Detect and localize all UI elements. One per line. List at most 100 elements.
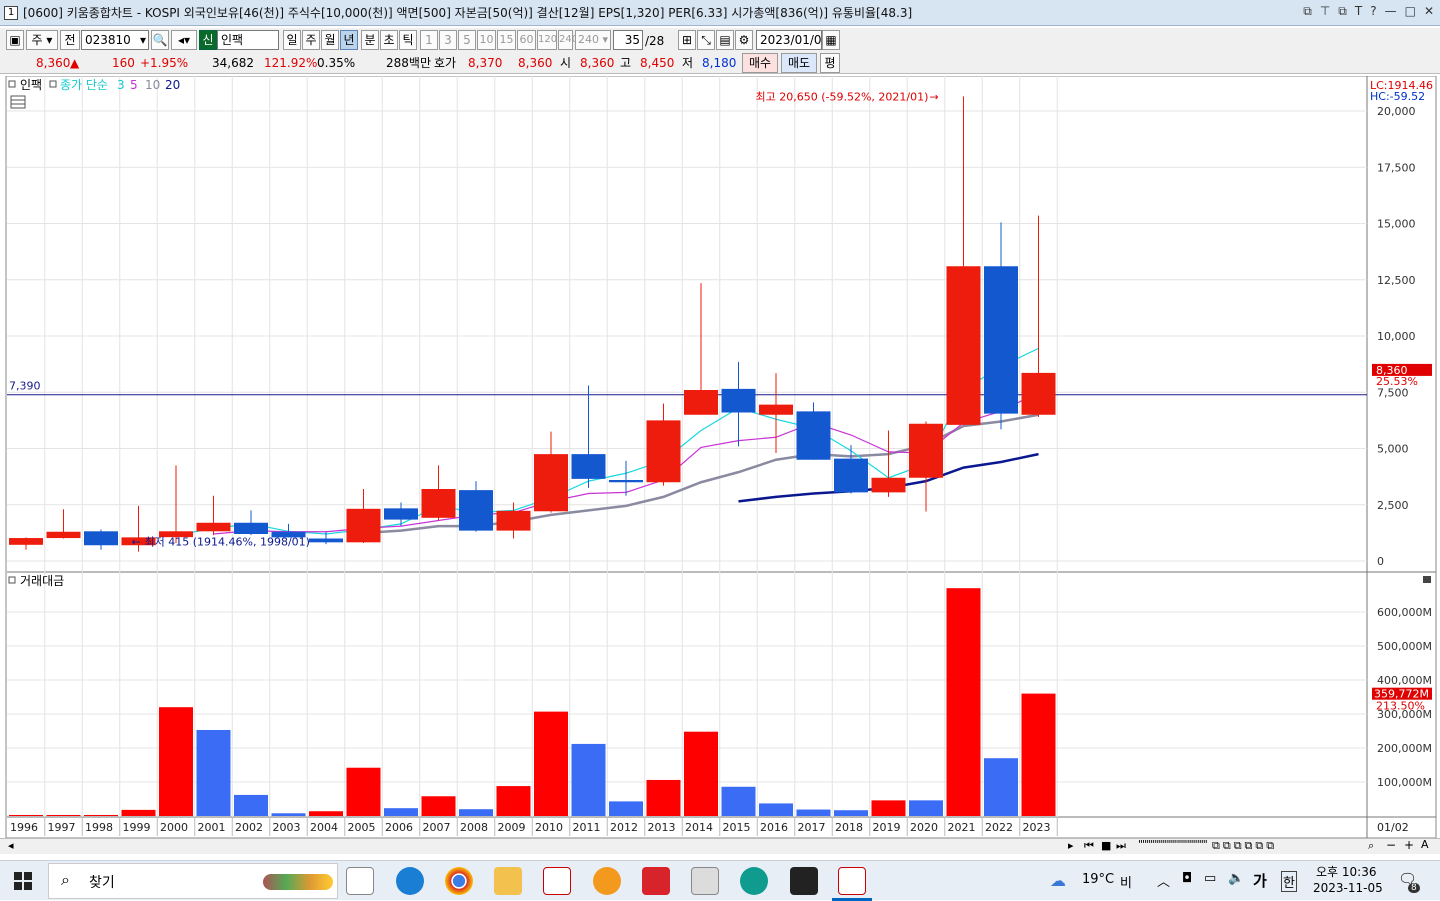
date-input[interactable]: 2023/01/02 [756, 30, 829, 50]
app-s-icon[interactable] [740, 867, 768, 895]
volume-bar [196, 729, 231, 816]
window-number-badge: 1 [4, 5, 18, 20]
average-button[interactable]: 평 [820, 53, 840, 73]
search-icon[interactable]: 🔍 [151, 30, 169, 50]
scope-button[interactable]: 전 [60, 30, 80, 50]
restore-icon[interactable]: ⧉ [1338, 4, 1347, 19]
font-icon[interactable]: T [1355, 4, 1362, 19]
volume-bar [609, 801, 643, 816]
chart-frame [5, 75, 1437, 839]
rewind-icon[interactable]: ⏮ [1084, 839, 1094, 853]
stop-icon[interactable]: ■ [1101, 839, 1111, 852]
zoom-out-icon[interactable]: − [1386, 838, 1396, 852]
period-second[interactable]: 초 [380, 30, 398, 50]
weather-temp: 19°C [1082, 872, 1115, 887]
weather-icon[interactable]: ☁ [1050, 871, 1066, 890]
kiwoom-app-icon[interactable] [543, 867, 571, 895]
market-type-select[interactable]: 주 ▾ [26, 30, 58, 50]
x-tick-label: 1999 [123, 821, 151, 834]
layout-icon[interactable]: ▣ [6, 30, 24, 50]
taskbar-search[interactable]: ⌕ 찾기 [48, 863, 338, 899]
period-week[interactable]: 주 [302, 30, 320, 50]
price-tick-label: 0 [1377, 555, 1384, 568]
sticky-notes-icon[interactable] [790, 867, 818, 895]
pin-icon[interactable]: ⊤ [1320, 4, 1330, 19]
cursor-icon[interactable]: ⤡ [697, 30, 715, 50]
auto-scale-icon[interactable]: A [1421, 838, 1429, 851]
candle-body [534, 454, 568, 512]
camera-icon[interactable]: ◘ [1182, 871, 1192, 886]
tray-chevron-icon[interactable]: ︿ [1157, 871, 1170, 890]
x-tick-label: 2019 [873, 821, 901, 834]
minimize-icon[interactable]: — [1385, 4, 1397, 19]
save-icon[interactable]: ▤ [716, 30, 734, 50]
file-explorer-icon[interactable] [494, 867, 522, 895]
chart-scrollbar[interactable]: ◂ ▸ ⏮ ■ ⏭ ''''''''''''''''''''''''''''''… [0, 838, 1440, 854]
clock-date[interactable]: 2023-11-05 [1313, 881, 1383, 895]
volume-icon[interactable]: 🔈 [1228, 871, 1244, 886]
x-end-label: 01/02 [1377, 821, 1409, 834]
edge-browser-icon[interactable] [396, 867, 424, 895]
sell-button[interactable]: 매도 [781, 53, 817, 73]
interval-240[interactable]: 240 [558, 30, 578, 50]
close-icon[interactable]: ✕ [1424, 4, 1434, 19]
period-tick[interactable]: 틱 [399, 30, 417, 50]
volume-tick-label: 400,000M [1377, 674, 1432, 687]
chart-area[interactable]: 7,390 최고 20,650 (-59.52%, 2021/01) → ← 최저 41… [0, 75, 1440, 839]
hero-app-icon[interactable] [642, 867, 670, 895]
period-day[interactable]: 일 [283, 30, 301, 50]
ime-mode[interactable]: 가 [1253, 870, 1267, 891]
interval-1[interactable]: 1 [420, 30, 438, 50]
speaker-icon[interactable]: ◂▾ [171, 30, 197, 50]
interval-120[interactable]: 120 [537, 30, 557, 50]
chrome-icon[interactable] [445, 867, 473, 895]
zoom-slider[interactable]: '''''''''''''''''''''''''''''''''' [1138, 838, 1208, 851]
network-icon[interactable]: ▭ [1204, 871, 1216, 886]
quote-up-arrow: ▲ [70, 56, 80, 70]
buy-button[interactable]: 매수 [742, 53, 778, 73]
zoom-icon[interactable]: ⌕ [1368, 839, 1374, 853]
clock-time[interactable]: 오후 10:36 [1316, 863, 1376, 880]
candle-body [909, 423, 943, 478]
period-month[interactable]: 월 [321, 30, 339, 50]
period-year[interactable]: 년 [340, 30, 358, 50]
volume-bar [234, 794, 268, 816]
candle-body [196, 522, 231, 532]
candle-body [609, 480, 643, 483]
interval-5[interactable]: 5 [458, 30, 476, 50]
period-minute[interactable]: 분 [361, 30, 379, 50]
kiwoom-active-icon[interactable] [838, 867, 866, 895]
count-input[interactable]: 35 [613, 30, 643, 50]
help-icon[interactable]: ? [1370, 4, 1376, 19]
view-mode-icons[interactable]: ⧉⧉⧉⧉⧉⧉ [1212, 839, 1277, 853]
candle-body [46, 531, 81, 539]
count-total: /28 [645, 34, 665, 48]
price-tick-label: 15,000 [1377, 218, 1416, 231]
low-annotation: 최저 415 (1914.46%, 1998/01) [145, 536, 310, 549]
interval-select[interactable]: 240 ▾ [575, 30, 611, 50]
kakao-icon[interactable] [593, 867, 621, 895]
settings-gear-icon[interactable]: ⚙ [735, 30, 753, 50]
interval-60[interactable]: 60 [517, 30, 536, 50]
volume-bar [534, 711, 568, 816]
calculator-icon[interactable] [691, 867, 719, 895]
quote-change: 160 [112, 56, 135, 70]
quote-bid-label: 호가 [434, 56, 457, 70]
ime-hangul[interactable]: 한 [1281, 871, 1297, 892]
volume-bar [909, 800, 943, 816]
interval-3[interactable]: 3 [439, 30, 457, 50]
link-icon[interactable]: ⧉ [1303, 4, 1312, 19]
scroll-right-icon[interactable]: ▸ [1068, 839, 1074, 852]
fast-forward-icon[interactable]: ⏭ [1116, 839, 1126, 853]
stock-code-input[interactable]: 023810 ▾ [81, 30, 149, 50]
interval-10[interactable]: 10 [477, 30, 496, 50]
scroll-left-icon[interactable]: ◂ [8, 839, 14, 852]
stock-name-field[interactable]: 인팩 [217, 30, 279, 50]
calendar-icon[interactable]: ▦ [822, 30, 840, 50]
task-view-icon[interactable] [346, 867, 374, 895]
zoom-in-icon[interactable]: + [1404, 838, 1414, 852]
crosshair-icon[interactable]: ⊞ [678, 30, 696, 50]
interval-15[interactable]: 15 [497, 30, 516, 50]
maximize-icon[interactable]: □ [1405, 4, 1416, 19]
windows-start-icon[interactable] [14, 872, 32, 890]
